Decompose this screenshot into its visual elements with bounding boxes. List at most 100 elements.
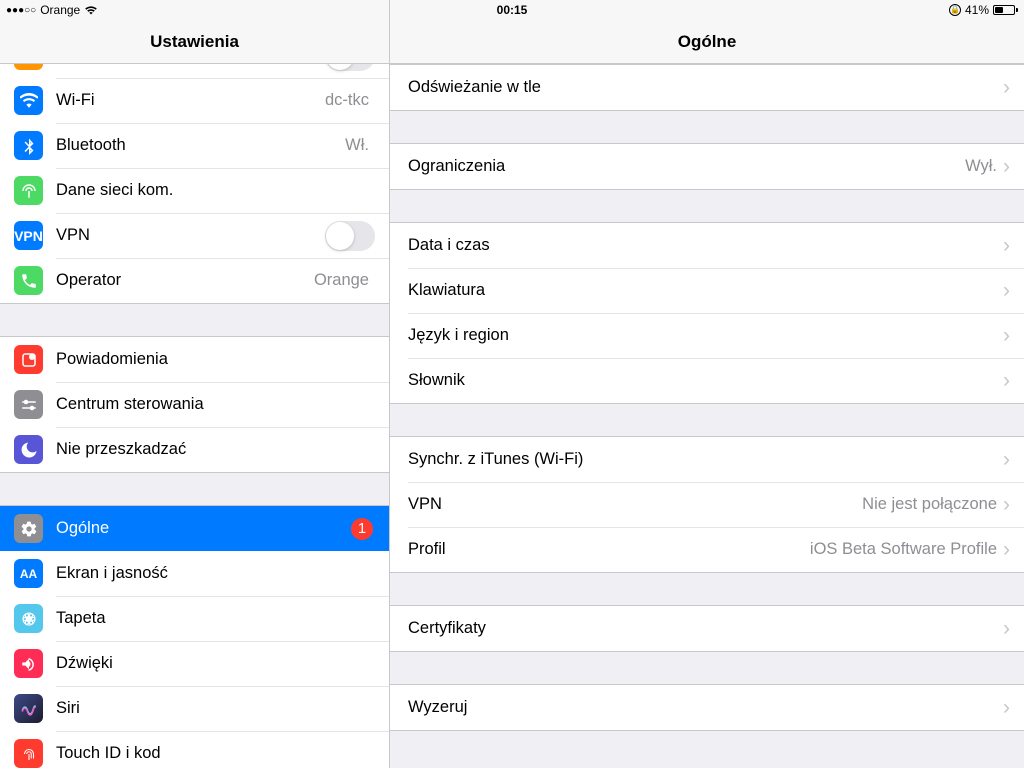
- detail-item-language[interactable]: Język i region ›: [390, 313, 1024, 358]
- sounds-icon: [14, 649, 43, 678]
- control-center-label: Centrum sterowania: [56, 395, 204, 414]
- bg-refresh-label: Odświeżanie w tle: [408, 78, 541, 97]
- battery-pct-label: 41%: [965, 3, 989, 17]
- detail-item-restrictions[interactable]: Ograniczenia Wył. ›: [390, 144, 1024, 189]
- detail-item-dictionary[interactable]: Słownik ›: [390, 358, 1024, 403]
- profile-label: Profil: [408, 540, 446, 559]
- phone-icon: [14, 266, 43, 295]
- fingerprint-icon: [14, 739, 43, 768]
- general-label: Ogólne: [56, 519, 109, 538]
- airplane-toggle[interactable]: [325, 64, 375, 71]
- sidebar-item-display[interactable]: AA Ekran i jasność: [0, 551, 389, 596]
- general-badge: 1: [351, 518, 373, 540]
- display-label: Ekran i jasność: [56, 564, 168, 583]
- chevron-icon: ›: [1003, 618, 1010, 639]
- moon-icon: [14, 435, 43, 464]
- detail-item-datetime[interactable]: Data i czas ›: [390, 223, 1024, 268]
- restrictions-label: Ograniczenia: [408, 157, 505, 176]
- certs-label: Certyfikaty: [408, 619, 486, 638]
- dictionary-label: Słownik: [408, 371, 465, 390]
- chevron-icon: ›: [1003, 77, 1010, 98]
- sidebar-item-vpn[interactable]: VPN VPN: [0, 213, 389, 258]
- chevron-icon: ›: [1003, 325, 1010, 346]
- vpn-icon: VPN: [14, 221, 43, 250]
- detail-pane: Ogólne Odświeżanie w tle › Ograniczenia …: [390, 0, 1024, 768]
- detail-item-profile[interactable]: Profil iOS Beta Software Profile ›: [390, 527, 1024, 572]
- sidebar-item-dnd[interactable]: Nie przeszkadzać: [0, 427, 389, 472]
- siri-label: Siri: [56, 699, 80, 718]
- restrictions-value: Wył.: [965, 157, 997, 176]
- chevron-icon: ›: [1003, 156, 1010, 177]
- wallpaper-icon: [14, 604, 43, 633]
- detail-item-reset[interactable]: Wyzeruj ›: [390, 685, 1024, 730]
- gear-icon: [14, 514, 43, 543]
- chevron-icon: ›: [1003, 235, 1010, 256]
- display-icon: AA: [14, 559, 43, 588]
- vpn-toggle[interactable]: [325, 221, 375, 251]
- profile-value: iOS Beta Software Profile: [810, 540, 997, 559]
- settings-sidebar: Ustawienia Wi-Fi dc-t: [0, 0, 390, 768]
- sidebar-item-general[interactable]: Ogólne 1: [0, 506, 389, 551]
- chevron-icon: ›: [1003, 539, 1010, 560]
- operator-value: Orange: [314, 271, 369, 290]
- status-left: ●●●○○ Orange: [6, 3, 98, 17]
- bluetooth-icon: [14, 131, 43, 160]
- wallpaper-label: Tapeta: [56, 609, 106, 628]
- vpn-detail-label: VPN: [408, 495, 442, 514]
- sidebar-item-sounds[interactable]: Dźwięki: [0, 641, 389, 686]
- itunes-sync-label: Synchr. z iTunes (Wi-Fi): [408, 450, 583, 469]
- datetime-label: Data i czas: [408, 236, 490, 255]
- chevron-icon: ›: [1003, 697, 1010, 718]
- carrier-label: Orange: [40, 3, 80, 17]
- detail-item-itunes-sync[interactable]: Synchr. z iTunes (Wi-Fi) ›: [390, 437, 1024, 482]
- reset-label: Wyzeruj: [408, 698, 467, 717]
- chevron-icon: ›: [1003, 280, 1010, 301]
- signal-strength-icon: ●●●○○: [6, 5, 36, 16]
- orientation-lock-icon: 🔒: [949, 4, 961, 16]
- wifi-label: Wi-Fi: [56, 91, 94, 110]
- wifi-icon: [84, 5, 98, 15]
- sidebar-item-touchid[interactable]: Touch ID i kod: [0, 731, 389, 768]
- sidebar-item-bluetooth[interactable]: Bluetooth Wł.: [0, 123, 389, 168]
- notifications-icon: [14, 345, 43, 374]
- sidebar-title: Ustawienia: [150, 32, 239, 52]
- cellular-label: Dane sieci kom.: [56, 181, 173, 200]
- bluetooth-label: Bluetooth: [56, 136, 126, 155]
- status-bar: ●●●○○ Orange 00:15 🔒 41%: [0, 0, 1024, 20]
- dnd-label: Nie przeszkadzać: [56, 440, 186, 459]
- sidebar-item-siri[interactable]: Siri: [0, 686, 389, 731]
- wifi-icon: [14, 86, 43, 115]
- sidebar-item-operator[interactable]: Operator Orange: [0, 258, 389, 303]
- battery-icon: [993, 5, 1018, 15]
- siri-icon: [14, 694, 43, 723]
- keyboard-label: Klawiatura: [408, 281, 485, 300]
- sidebar-item-wifi[interactable]: Wi-Fi dc-tkc: [0, 78, 389, 123]
- wifi-value: dc-tkc: [325, 91, 369, 110]
- bluetooth-value: Wł.: [345, 136, 369, 155]
- status-right: 🔒 41%: [949, 3, 1018, 17]
- vpn-detail-value: Nie jest połączone: [862, 495, 997, 514]
- airplane-icon: [14, 64, 43, 70]
- clock-label: 00:15: [497, 3, 528, 17]
- sidebar-item-airplane[interactable]: [0, 64, 389, 78]
- language-label: Język i region: [408, 326, 509, 345]
- sidebar-item-control-center[interactable]: Centrum sterowania: [0, 382, 389, 427]
- notifications-label: Powiadomienia: [56, 350, 168, 369]
- detail-item-keyboard[interactable]: Klawiatura ›: [390, 268, 1024, 313]
- sidebar-item-notifications[interactable]: Powiadomienia: [0, 337, 389, 382]
- operator-label: Operator: [56, 271, 121, 290]
- detail-item-vpn-detail[interactable]: VPN Nie jest połączone ›: [390, 482, 1024, 527]
- detail-item-bg-refresh[interactable]: Odświeżanie w tle ›: [390, 65, 1024, 110]
- vpn-label: VPN: [56, 226, 90, 245]
- control-center-icon: [14, 390, 43, 419]
- sounds-label: Dźwięki: [56, 654, 113, 673]
- detail-title: Ogólne: [678, 32, 737, 52]
- touchid-label: Touch ID i kod: [56, 744, 161, 763]
- cellular-icon: [14, 176, 43, 205]
- sidebar-item-wallpaper[interactable]: Tapeta: [0, 596, 389, 641]
- sidebar-item-cellular[interactable]: Dane sieci kom.: [0, 168, 389, 213]
- detail-item-certs[interactable]: Certyfikaty ›: [390, 606, 1024, 651]
- chevron-icon: ›: [1003, 449, 1010, 470]
- chevron-icon: ›: [1003, 494, 1010, 515]
- chevron-icon: ›: [1003, 370, 1010, 391]
